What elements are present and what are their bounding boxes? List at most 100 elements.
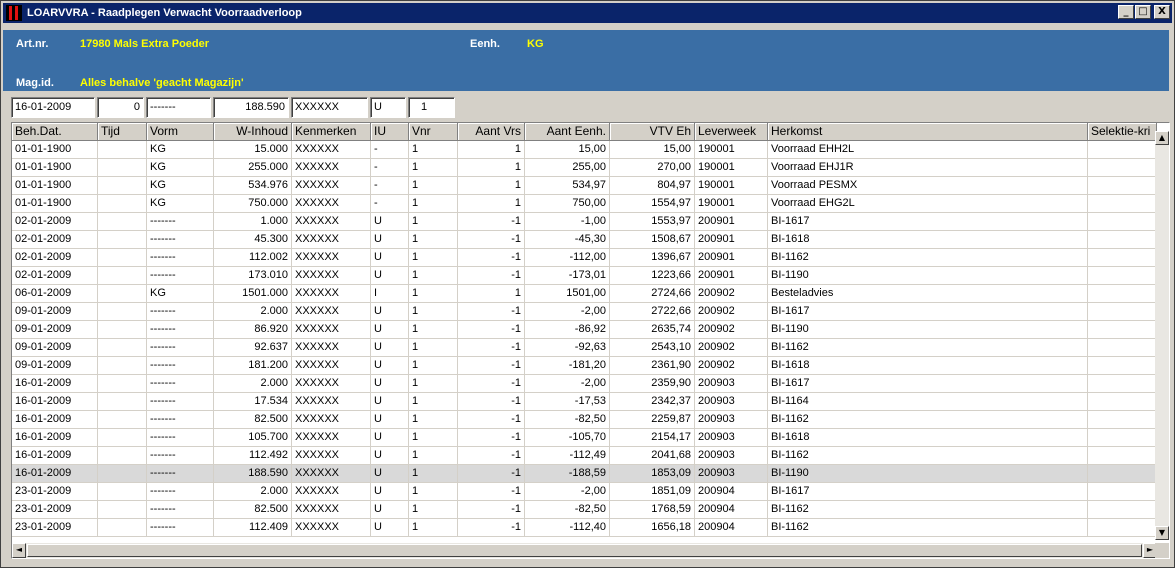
table-row[interactable]: 16-01-2009 ------- 82.500 XXXXXX U 1 -1 -82,50 2…: [12, 411, 1157, 429]
cell-vnr: 1: [409, 213, 458, 231]
cell-beh-dat: 16-01-2009: [12, 411, 98, 429]
column-header-selektie-kri[interactable]: Selektie-kri: [1088, 123, 1157, 141]
cell-selektie-kri: [1088, 231, 1157, 249]
cell-vtv-eh: 1851,09: [610, 483, 695, 501]
cell-aant-vrs: -1: [458, 483, 525, 501]
cell-tijd: [98, 447, 147, 465]
column-header-vnr[interactable]: Vnr: [409, 123, 458, 141]
filter-date-input[interactable]: 16-01-2009: [11, 97, 95, 118]
cell-iu: U: [371, 519, 409, 537]
table-row[interactable]: 02-01-2009 ------- 112.002 XXXXXX U 1 -1 -112,0…: [12, 249, 1157, 267]
cell-vnr: 1: [409, 447, 458, 465]
cell-leverweek: 200904: [695, 501, 768, 519]
cell-beh-dat: 02-01-2009: [12, 267, 98, 285]
horizontal-scrollbar[interactable]: ◄ ►: [12, 543, 1157, 558]
cell-vorm: -------: [147, 393, 214, 411]
table-row[interactable]: 16-01-2009 ------- 17.534 XXXXXX U 1 -1 -17,53 2…: [12, 393, 1157, 411]
artnr-label: Art.nr.: [16, 38, 49, 50]
table-row[interactable]: 16-01-2009 ------- 188.590 XXXXXX U 1 -1 -188,5…: [12, 465, 1157, 483]
table-row[interactable]: 09-01-2009 ------- 86.920 XXXXXX U 1 -1 -86,92 2…: [12, 321, 1157, 339]
table-row[interactable]: 16-01-2009 ------- 2.000 XXXXXX U 1 -1 -2,00 235…: [12, 375, 1157, 393]
cell-beh-dat: 09-01-2009: [12, 339, 98, 357]
cell-aant-vrs: -1: [458, 375, 525, 393]
cell-herkomst: BI-1618: [768, 231, 1088, 249]
table-row[interactable]: 23-01-2009 ------- 112.409 XXXXXX U 1 -1 -112,4…: [12, 519, 1157, 537]
column-header-tijd[interactable]: Tijd: [98, 123, 147, 141]
cell-iu: U: [371, 249, 409, 267]
vertical-scrollbar[interactable]: ▲ ▼: [1155, 131, 1169, 540]
cell-kenmerken: XXXXXX: [292, 321, 371, 339]
table-row[interactable]: 01-01-1900 KG 15.000 XXXXXX -1 1 15,00 15,00 190…: [12, 141, 1157, 159]
cell-beh-dat: 23-01-2009: [12, 519, 98, 537]
table-row[interactable]: 01-01-1900 KG 255.000 XXXXXX -1 1 255,00 270,00…: [12, 159, 1157, 177]
column-header-aant-vrs[interactable]: Aant Vrs: [458, 123, 525, 141]
cell-iu: U: [371, 501, 409, 519]
window-title: LOARVVRA - Raadplegen Verwacht Voorraadv…: [27, 7, 302, 19]
cell-kenmerken: XXXXXX: [292, 177, 371, 195]
cell-kenmerken: XXXXXX: [292, 303, 371, 321]
scroll-down-icon[interactable]: ▼: [1155, 526, 1169, 540]
table-row[interactable]: 23-01-2009 ------- 82.500 XXXXXX U 1 -1 -82,50 1…: [12, 501, 1157, 519]
cell-herkomst: BI-1162: [768, 501, 1088, 519]
cell-aant-eenh: -181,20: [525, 357, 610, 375]
filter-time-input[interactable]: 0: [97, 97, 144, 118]
cell-leverweek: 190001: [695, 141, 768, 159]
filter-kenmerken-input[interactable]: XXXXXX: [291, 97, 368, 118]
filter-vorm-input[interactable]: -------: [146, 97, 211, 118]
horizontal-scroll-thumb[interactable]: [27, 544, 1142, 557]
minimize-button[interactable]: _: [1118, 5, 1134, 19]
scroll-left-icon[interactable]: ◄: [12, 543, 26, 558]
cell-leverweek: 200902: [695, 285, 768, 303]
app-window: LOARVVRA - Raadplegen Verwacht Voorraadv…: [0, 0, 1175, 568]
column-header-vtv-eh[interactable]: VTV Eh: [610, 123, 695, 141]
column-header-beh-dat[interactable]: Beh.Dat.: [12, 123, 98, 141]
cell-herkomst: BI-1162: [768, 339, 1088, 357]
cell-beh-dat: 16-01-2009: [12, 465, 98, 483]
table-row[interactable]: 01-01-1900 KG 750.000 XXXXXX -1 1 750,00 1554,9…: [12, 195, 1157, 213]
cell-vnr: 1: [409, 141, 458, 159]
cell-tijd: [98, 159, 147, 177]
cell-aant-eenh: -188,59: [525, 465, 610, 483]
column-header-kenmerken[interactable]: Kenmerken: [292, 123, 371, 141]
column-header-herkomst[interactable]: Herkomst: [768, 123, 1088, 141]
cell-aant-eenh: -2,00: [525, 303, 610, 321]
cell-beh-dat: 06-01-2009: [12, 285, 98, 303]
column-header-iu[interactable]: IU: [371, 123, 409, 141]
table-row[interactable]: 09-01-2009 ------- 181.200 XXXXXX U 1 -1 -181,2…: [12, 357, 1157, 375]
filter-winhoud-input[interactable]: 188.590: [213, 97, 289, 118]
filter-iu-input[interactable]: U: [370, 97, 406, 118]
cell-selektie-kri: [1088, 141, 1157, 159]
table-row[interactable]: 02-01-2009 ------- 173.010 XXXXXX U 1 -1 -173,0…: [12, 267, 1157, 285]
cell-aant-eenh: -1,00: [525, 213, 610, 231]
cell-vorm: -------: [147, 375, 214, 393]
cell-iu: U: [371, 339, 409, 357]
table-row[interactable]: 02-01-2009 ------- 45.300 XXXXXX U 1 -1 -45,30 1…: [12, 231, 1157, 249]
table-row[interactable]: 16-01-2009 ------- 112.492 XXXXXX U 1 -1 -112,4…: [12, 447, 1157, 465]
cell-w-inhoud: 92.637: [214, 339, 292, 357]
table-row[interactable]: 09-01-2009 ------- 2.000 XXXXXX U 1 -1 -2,00 272…: [12, 303, 1157, 321]
scroll-up-icon[interactable]: ▲: [1155, 131, 1169, 145]
table-row[interactable]: 16-01-2009 ------- 105.700 XXXXXX U 1 -1 -105,7…: [12, 429, 1157, 447]
table-row[interactable]: 09-01-2009 ------- 92.637 XXXXXX U 1 -1 -92,63 2…: [12, 339, 1157, 357]
table-row[interactable]: 02-01-2009 ------- 1.000 XXXXXX U 1 -1 -1,00 155…: [12, 213, 1157, 231]
cell-vorm: -------: [147, 267, 214, 285]
cell-w-inhoud: 17.534: [214, 393, 292, 411]
cell-kenmerken: XXXXXX: [292, 249, 371, 267]
cell-selektie-kri: [1088, 375, 1157, 393]
cell-tijd: [98, 411, 147, 429]
cell-herkomst: BI-1162: [768, 249, 1088, 267]
cell-kenmerken: XXXXXX: [292, 267, 371, 285]
column-header-vorm[interactable]: Vorm: [147, 123, 214, 141]
cell-beh-dat: 02-01-2009: [12, 231, 98, 249]
filter-vnr-input[interactable]: 1: [408, 97, 455, 118]
close-button[interactable]: X: [1154, 5, 1170, 19]
table-row[interactable]: 23-01-2009 ------- 2.000 XXXXXX U 1 -1 -2,00 185…: [12, 483, 1157, 501]
column-header-leverweek[interactable]: Leverweek: [695, 123, 768, 141]
title-bar[interactable]: LOARVVRA - Raadplegen Verwacht Voorraadv…: [3, 3, 1172, 23]
column-header-w-inhoud[interactable]: W-Inhoud: [214, 123, 292, 141]
table-row[interactable]: 01-01-1900 KG 534.976 XXXXXX -1 1 534,97 804,97…: [12, 177, 1157, 195]
stock-grid[interactable]: Beh.Dat. Tijd Vorm W-Inhoud Kenmerken IU Vnr Aa…: [11, 122, 1170, 559]
maximize-button[interactable]: □: [1135, 5, 1151, 19]
column-header-aant-eenh[interactable]: Aant Eenh.: [525, 123, 610, 141]
table-row[interactable]: 06-01-2009 KG 1501.000 XXXXXX I 1 1 1501,00 2724…: [12, 285, 1157, 303]
